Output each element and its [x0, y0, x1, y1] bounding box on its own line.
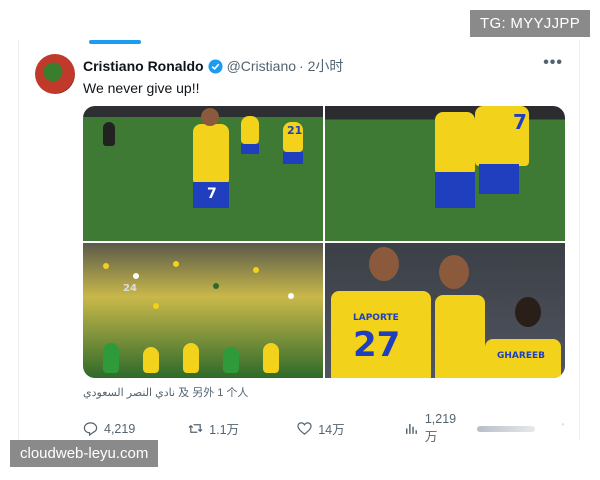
like-button[interactable]: 14万	[297, 419, 404, 438]
view-count: 1,219万	[424, 412, 457, 444]
tweet-text: We never give up!!	[83, 80, 200, 96]
player-figure	[103, 122, 115, 146]
reply-count: 4,219	[104, 421, 136, 436]
player-figure	[143, 347, 159, 373]
retweet-count: 1.1万	[209, 423, 240, 437]
views-button[interactable]: 1,219万 ˈ	[404, 412, 565, 445]
player-shorts	[241, 144, 259, 154]
heart-icon	[297, 422, 312, 435]
crowd-figure	[153, 303, 159, 309]
jersey-number-label: 7	[207, 186, 217, 202]
crowd-figure	[173, 261, 179, 267]
player-shorts	[435, 172, 475, 208]
crowd-figure	[133, 273, 139, 279]
blurred-region	[477, 425, 535, 432]
player-figure	[241, 116, 259, 144]
tweet-card[interactable]: Cristiano Ronaldo @Cristiano · 2小时 ••• W…	[18, 40, 580, 444]
jersey-number-label: 21	[287, 124, 303, 137]
player-head	[439, 255, 469, 289]
share-icon[interactable]: ˈ	[561, 422, 565, 436]
jersey-number-label: 27	[353, 325, 401, 365]
author-name[interactable]: Cristiano Ronaldo	[83, 58, 204, 74]
player-figure	[183, 343, 199, 373]
author-handle[interactable]: @Cristiano	[227, 58, 296, 74]
player-head	[369, 247, 399, 281]
tweet-header: Cristiano Ronaldo @Cristiano · 2小时	[83, 56, 343, 76]
verified-badge-icon	[208, 58, 223, 74]
player-figure	[193, 124, 229, 184]
player-head	[201, 108, 219, 126]
crowd-figure	[288, 293, 294, 299]
jersey-name-label: LAPORTE	[353, 313, 399, 323]
media-grid: 7 21 7 24 LAPORTE 27 GHAREEB	[83, 106, 565, 378]
retweet-icon	[188, 424, 203, 433]
like-count: 14万	[318, 423, 345, 437]
player-figure	[435, 295, 485, 378]
crowd-figure	[253, 267, 259, 273]
player-head	[515, 297, 541, 327]
bar-chart-icon	[406, 423, 418, 434]
player-figure	[223, 347, 239, 373]
player-figure	[263, 343, 279, 373]
reply-button[interactable]: 4,219	[83, 421, 188, 436]
reply-icon	[83, 422, 98, 436]
photo-2[interactable]: 7	[325, 106, 565, 241]
more-horizontal-icon[interactable]: •••	[543, 54, 563, 72]
jersey-name-label: GHAREEB	[497, 351, 545, 361]
player-figure	[435, 112, 475, 174]
photo-3[interactable]: 24	[83, 243, 323, 378]
avatar[interactable]	[35, 54, 75, 94]
photo-4[interactable]: LAPORTE 27 GHAREEB	[325, 243, 565, 378]
tab-indicator	[89, 40, 141, 44]
player-shorts	[283, 152, 303, 164]
jersey-number-label: 7	[513, 110, 527, 134]
tagged-accounts[interactable]: نادي النصر السعودي 及 另外 1 个人	[83, 384, 248, 400]
jersey-number-label: 24	[123, 283, 137, 294]
tweet-timestamp[interactable]: · 2小时	[299, 56, 343, 76]
retweet-button[interactable]: 1.1万	[188, 419, 297, 438]
crowd-figure	[103, 263, 109, 269]
player-shorts	[479, 164, 519, 194]
telegram-watermark: TG: MYYJJPP	[470, 10, 590, 37]
photo-1[interactable]: 7 21	[83, 106, 323, 241]
site-watermark: cloudweb-leyu.com	[10, 440, 159, 467]
player-figure	[103, 343, 119, 373]
crowd-figure	[213, 283, 219, 289]
